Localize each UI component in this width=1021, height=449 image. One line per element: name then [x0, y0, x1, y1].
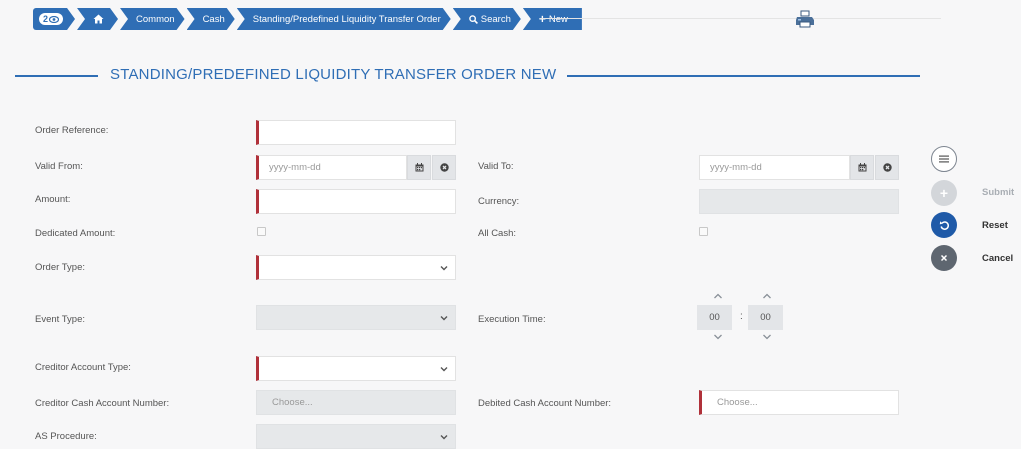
calendar-icon — [858, 163, 866, 172]
chevron-down-icon — [440, 367, 448, 372]
as-procedure-select — [256, 424, 456, 449]
order-reference-label: Order Reference: — [35, 125, 109, 136]
minutes-up-icon[interactable] — [762, 293, 772, 299]
clear-icon — [882, 163, 892, 172]
valid-from-calendar-button[interactable] — [407, 155, 431, 180]
dedicated-amount-checkbox[interactable] — [257, 227, 266, 236]
valid-to-calendar-button[interactable] — [850, 155, 874, 180]
reset-label: Reset — [982, 220, 1008, 231]
execution-minutes-input[interactable]: 00 — [748, 305, 783, 330]
debited-cash-account-number-label: Debited Cash Account Number: — [478, 398, 612, 409]
hours-down-icon[interactable] — [713, 334, 723, 340]
title-rule-right — [567, 75, 920, 77]
order-type-label: Order Type: — [35, 262, 85, 273]
chevron-down-icon — [440, 316, 448, 321]
valid-to-clear-button[interactable] — [875, 155, 899, 180]
reset-button[interactable] — [931, 212, 957, 238]
header-divider — [540, 18, 941, 19]
plus-icon: + — [538, 12, 546, 26]
breadcrumb-new[interactable]: + New — [522, 8, 582, 30]
breadcrumb-home[interactable] — [77, 8, 118, 30]
print-icon[interactable] — [795, 10, 815, 28]
creditor-account-type-select[interactable] — [256, 356, 456, 381]
event-type-select — [256, 305, 456, 330]
chevron-down-icon — [440, 435, 448, 440]
execution-hours-input[interactable]: 00 — [697, 305, 732, 330]
order-reference-input[interactable] — [256, 120, 456, 145]
all-cash-checkbox[interactable] — [699, 227, 708, 236]
valid-to-input[interactable]: yyyy-mm-dd — [699, 155, 850, 180]
time-separator: : — [740, 311, 743, 322]
currency-label: Currency: — [478, 196, 520, 207]
clear-icon — [439, 163, 449, 172]
breadcrumb: 2 Common Cash Standing/Predefined Liquid… — [33, 8, 584, 30]
title-rule-left — [15, 75, 98, 77]
breadcrumb-search[interactable]: Search — [453, 8, 521, 30]
dedicated-amount-label: Dedicated Amount: — [35, 228, 116, 239]
as-procedure-label: AS Procedure: — [35, 431, 97, 442]
valid-from-label: Valid From: — [35, 161, 83, 172]
amount-input[interactable] — [256, 189, 456, 214]
window-counter-button[interactable]: 2 — [33, 8, 75, 30]
currency-input — [699, 189, 899, 214]
creditor-cash-account-number-label: Creditor Cash Account Number: — [35, 398, 170, 409]
cancel-label: Cancel — [982, 253, 1014, 264]
breadcrumb-standing-order[interactable]: Standing/Predefined Liquidity Transfer O… — [237, 8, 451, 30]
event-type-label: Event Type: — [35, 314, 85, 325]
submit-button[interactable]: + — [931, 180, 957, 206]
list-icon — [939, 155, 949, 163]
valid-from-input[interactable]: yyyy-mm-dd — [256, 155, 407, 180]
valid-from-clear-button[interactable] — [432, 155, 456, 180]
valid-to-label: Valid To: — [478, 161, 514, 172]
submit-label: Submit — [982, 187, 1015, 198]
order-type-select[interactable] — [256, 255, 456, 280]
menu-list-button[interactable] — [931, 146, 957, 172]
calendar-icon — [415, 163, 423, 172]
home-icon — [93, 14, 104, 24]
eye-icon — [49, 16, 59, 23]
breadcrumb-common[interactable]: Common — [120, 8, 185, 30]
chevron-down-icon — [440, 266, 448, 271]
hours-up-icon[interactable] — [713, 293, 723, 299]
creditor-account-type-label: Creditor Account Type: — [35, 362, 131, 373]
amount-label: Amount: — [35, 194, 71, 205]
creditor-cash-account-number-input: Choose... — [256, 390, 456, 415]
search-icon — [469, 15, 478, 24]
window-counter: 2 — [39, 13, 63, 25]
undo-icon — [939, 220, 949, 230]
plus-icon: + — [939, 185, 949, 201]
execution-time-label: Execution Time: — [478, 314, 546, 325]
all-cash-label: All Cash: — [478, 228, 517, 239]
breadcrumb-cash[interactable]: Cash — [187, 8, 235, 30]
debited-cash-account-number-input[interactable]: Choose... — [699, 390, 899, 415]
close-icon — [940, 254, 948, 262]
page-title: STANDING/PREDEFINED LIQUIDITY TRANSFER O… — [110, 66, 557, 83]
minutes-down-icon[interactable] — [762, 334, 772, 340]
cancel-button[interactable] — [931, 245, 957, 271]
